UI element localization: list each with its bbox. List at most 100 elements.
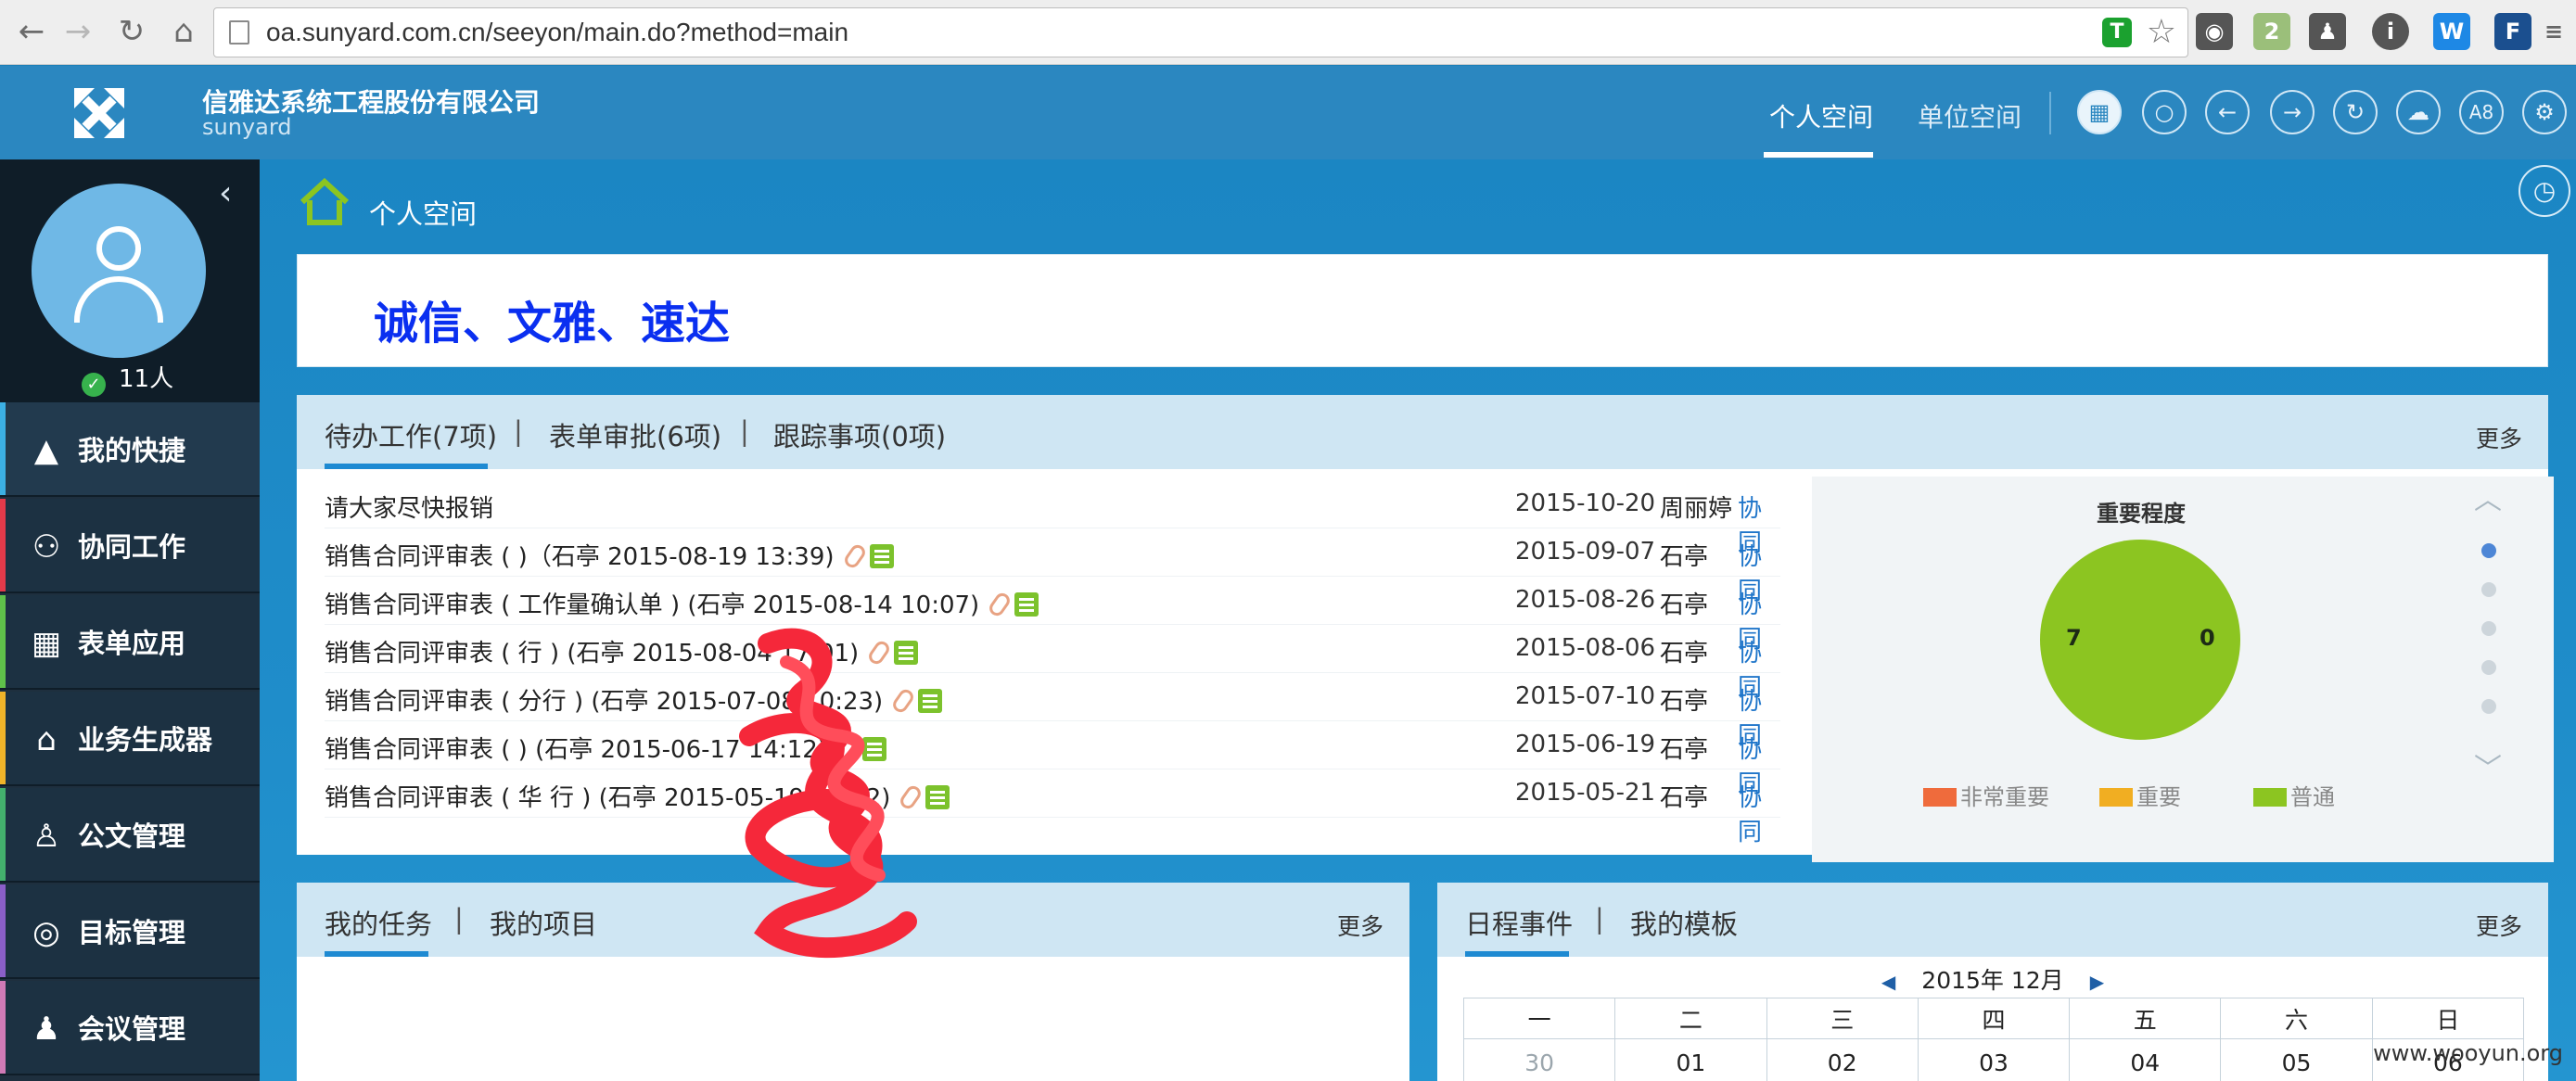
tab-my-projects[interactable]: 我的项目 xyxy=(490,903,597,942)
calendar-weekday-row: 一二三四五六日 xyxy=(1462,998,2525,1039)
refresh-icon[interactable]: ↻ xyxy=(2333,90,2378,134)
sidebar-item-accent xyxy=(0,788,6,881)
todo-title-text[interactable]: 销售合同评审表 ( )（石亭 2015-08-19 13:39) xyxy=(325,543,835,571)
carousel-dot[interactable] xyxy=(2481,699,2496,714)
todo-row[interactable]: 销售合同评审表 ( 行 ) (石亭 2015-08-04 17:01) 2015-… xyxy=(325,625,1780,702)
prev-month-icon[interactable]: ◀ xyxy=(1881,971,1895,993)
browser-reload-icon[interactable]: ↻ xyxy=(111,11,152,52)
tab-tracking-items[interactable]: 跟踪事项(0项) xyxy=(773,415,946,454)
sidebar-item-label: 表单应用 xyxy=(78,628,186,659)
chevron-up-icon[interactable]: ︿ xyxy=(2474,477,2502,517)
app-header: 信雅达系统工程股份有限公司 sunyard 个人空间 单位空间 ▦ ○ ← → … xyxy=(0,66,2576,159)
legend-label: 非常重要 xyxy=(1960,784,2049,810)
forward-icon[interactable]: → xyxy=(2270,90,2315,134)
tab-schedule-events[interactable]: 日程事件 xyxy=(1465,903,1573,942)
carousel-dot[interactable] xyxy=(2481,621,2496,636)
shield-icon[interactable]: T xyxy=(2102,18,2132,47)
todo-row[interactable]: 请大家尽快报销 2015-10-20 周丽婷 协同 xyxy=(325,480,1780,557)
url-text[interactable]: oa.sunyard.com.cn/seeyon/main.do?method=… xyxy=(266,8,848,57)
header-divider xyxy=(2049,92,2051,134)
todo-date: 2015-08-26 xyxy=(1515,586,1656,614)
todo-row[interactable]: 销售合同评审表 ( 华 行 ) (石亭 2015-05-19 09:42) 201… xyxy=(325,769,1780,846)
todo-row[interactable]: 销售合同评审表 ( 工作量确认单 ) (石亭 2015-08-14 10:07)… xyxy=(325,577,1780,654)
w-extension-icon[interactable]: W xyxy=(2433,13,2470,50)
todo-title-text[interactable]: 请大家尽快报销 xyxy=(325,495,493,523)
tab-form-approval[interactable]: 表单审批(6项) xyxy=(549,415,721,454)
todo-more-link[interactable]: 更多 xyxy=(2476,421,2522,454)
profile-panel: ‹ ✓ 11人 xyxy=(0,159,260,402)
avatar[interactable] xyxy=(32,184,206,358)
gear-icon[interactable]: ⚙ xyxy=(2522,90,2567,134)
sidebar-item-accent xyxy=(0,402,6,495)
person-extension-icon[interactable]: ♟ xyxy=(2309,13,2346,50)
bookmark-star-icon[interactable]: ☆ xyxy=(2147,14,2176,51)
sidebar-item-icon: ♟ xyxy=(32,1011,61,1048)
todo-row[interactable]: 销售合同评审表 ( ) (石亭 2015-06-17 14:12) 2015-06… xyxy=(325,721,1780,798)
sidebar-item-4[interactable]: ♙ 公文管理 xyxy=(0,788,260,883)
main-area: 个人空间 ◷ 诚信、文雅、速达 待办工作(7项) | 表单审批(6项) | 跟踪… xyxy=(260,159,2576,1081)
sidebar-item-2[interactable]: ▦ 表单应用 xyxy=(0,595,260,690)
todo-row[interactable]: 销售合同评审表 ( )（石亭 2015-08-19 13:39) 2015-09-… xyxy=(325,528,1780,605)
address-bar[interactable]: oa.sunyard.com.cn/seeyon/main.do?method=… xyxy=(213,7,2188,57)
todo-title[interactable]: 销售合同评审表 ( )（石亭 2015-08-19 13:39) xyxy=(325,538,894,572)
tab-pending-work[interactable]: 待办工作(7项) xyxy=(325,415,497,454)
home-icon[interactable] xyxy=(299,178,351,226)
grid-icon[interactable]: ▦ xyxy=(2077,90,2122,134)
browser-home-icon[interactable]: ⌂ xyxy=(163,11,204,52)
calendar-more-link[interactable]: 更多 xyxy=(2476,909,2522,942)
clock-icon[interactable]: ◷ xyxy=(2519,165,2570,217)
a8-icon[interactable]: A8 xyxy=(2459,90,2504,134)
browser-forward-icon[interactable]: → xyxy=(57,11,98,52)
legend-important: 重要 xyxy=(2099,779,2181,811)
sidebar-item-icon: ▦ xyxy=(31,625,62,662)
sidebar-item-6[interactable]: ♟ 会议管理 xyxy=(0,981,260,1075)
todo-type-link[interactable]: 协同 xyxy=(1738,779,1780,847)
back-icon[interactable]: ← xyxy=(2205,90,2250,134)
chevron-down-icon[interactable]: ﹀ xyxy=(2474,745,2502,786)
tab-personal-space[interactable]: 个人空间 xyxy=(1769,97,1873,134)
tab-my-templates[interactable]: 我的模板 xyxy=(1630,903,1738,942)
browser-menu-icon[interactable]: ≡ xyxy=(2537,13,2570,50)
cloud-icon[interactable]: ☁ xyxy=(2396,90,2441,134)
carousel-dot[interactable] xyxy=(2481,543,2496,558)
sidebar-item-1[interactable]: ⚇ 协同工作 xyxy=(0,499,260,593)
carousel-dot[interactable] xyxy=(2481,660,2496,675)
calendar-day[interactable]: 05 xyxy=(2220,1038,2373,1081)
todo-title-text[interactable]: 销售合同评审表 ( 工作量确认单 ) (石亭 2015-08-14 10:07) xyxy=(325,591,979,619)
sidebar-item-0[interactable]: ▲ 我的快捷 xyxy=(0,402,260,497)
tab-unit-space[interactable]: 单位空间 xyxy=(1918,97,2021,134)
search-icon[interactable]: ○ xyxy=(2142,90,2187,134)
todo-title[interactable]: 请大家尽快报销 xyxy=(325,490,493,524)
calendar-day[interactable]: 01 xyxy=(1614,1038,1767,1081)
sidebar-item-5[interactable]: ◎ 目标管理 xyxy=(0,884,260,979)
legend-swatch xyxy=(2099,788,2133,807)
todo-panel: 待办工作(7项) | 表单审批(6项) | 跟踪事项(0项) 更多 请大家尽快报… xyxy=(297,395,2554,862)
todo-sender: 石亭 xyxy=(1660,784,1709,812)
info-extension-icon[interactable]: i xyxy=(2372,13,2409,50)
carousel-dot[interactable] xyxy=(2481,582,2496,597)
tasks-more-link[interactable]: 更多 xyxy=(1337,909,1384,942)
f-extension-icon[interactable]: F xyxy=(2494,13,2531,50)
watermark: www.wooyun.org xyxy=(2373,1040,2563,1066)
sidebar-item-icon: ◎ xyxy=(32,914,60,951)
badge-extension-icon[interactable]: 2 xyxy=(2253,13,2290,50)
spy-extension-icon[interactable]: ◉ xyxy=(2196,13,2233,50)
calendar-day[interactable]: 02 xyxy=(1766,1038,1919,1081)
collapse-sidebar-icon[interactable]: ‹ xyxy=(219,174,232,212)
sidebar-item-3[interactable]: ⌂ 业务生成器 xyxy=(0,692,260,786)
todo-tab-indicator xyxy=(325,464,488,469)
todo-date: 2015-09-07 xyxy=(1515,538,1656,566)
sidebar-item-accent xyxy=(0,499,6,591)
calendar-day[interactable]: 30 xyxy=(1462,1038,1616,1081)
todo-date: 2015-05-21 xyxy=(1515,779,1656,807)
legend-label: 重要 xyxy=(2136,784,2181,810)
calendar-panel-header: 日程事件 | 我的模板 更多 xyxy=(1437,883,2548,957)
todo-row[interactable]: 销售合同评审表 ( 分行 ) (石亭 2015-07-08 10:23) 2015… xyxy=(325,673,1780,750)
next-month-icon[interactable]: ▶ xyxy=(2090,971,2104,993)
calendar-day[interactable]: 03 xyxy=(1917,1038,2071,1081)
legend-label: 普通 xyxy=(2290,784,2335,810)
tab-my-tasks[interactable]: 我的任务 xyxy=(325,903,432,942)
calendar-day[interactable]: 04 xyxy=(2069,1038,2222,1081)
browser-back-icon[interactable]: ← xyxy=(11,11,52,52)
todo-title[interactable]: 销售合同评审表 ( 工作量确认单 ) (石亭 2015-08-14 10:07) xyxy=(325,586,1039,620)
